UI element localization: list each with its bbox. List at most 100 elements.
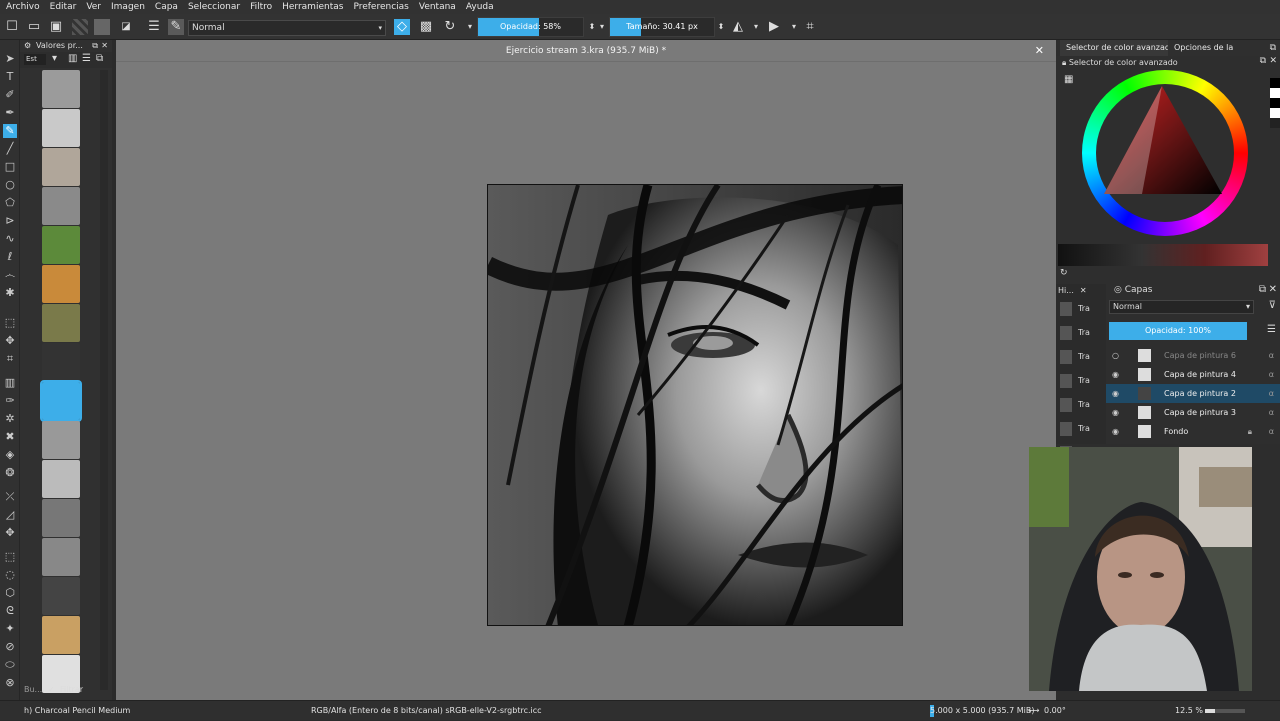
layer-row[interactable]: ○ Capa de pintura 6 α [1106,346,1280,365]
brush-preset-thumb[interactable] [42,148,80,186]
freehand-select-icon[interactable]: ᘓ [3,604,17,618]
alpha-lock-icon[interactable]: α [1269,384,1274,403]
brush-preset-thumb[interactable] [40,380,82,422]
bezier-select-icon[interactable]: ⬭ [3,658,17,672]
save-icon[interactable]: ▣ [48,19,64,35]
brush-preset-thumb[interactable] [42,304,80,342]
brush-preset-thumb[interactable] [42,538,80,576]
smart-patch-icon[interactable]: ✲ [3,412,17,426]
eye-icon[interactable]: ◉ [1112,384,1119,403]
chevron-down-icon[interactable]: ▾ [786,19,802,35]
brush-preset-icon[interactable]: ✎ [168,19,184,35]
reload-preset-icon[interactable]: ↻ [442,19,458,35]
colorize-mask-icon[interactable]: ❂ [3,466,17,480]
filter-icon[interactable]: ⊽ [1269,300,1276,311]
crop-icon[interactable]: ⌗ [802,19,818,35]
shade-selector[interactable] [1058,244,1268,266]
ellipse-tool-icon[interactable]: ○ [3,178,17,192]
crop-tool-icon[interactable]: ⌗ [3,352,17,366]
eye-hidden-icon[interactable]: ○ [1112,346,1119,365]
eye-icon[interactable]: ◉ [1112,422,1119,441]
preserve-alpha-icon[interactable]: ▩ [418,19,434,35]
brush-preset-thumb[interactable] [42,421,80,459]
polygon-select-icon[interactable]: ⬡ [3,586,17,600]
line-tool-icon[interactable]: ╱ [3,142,17,156]
menu-item-1[interactable]: Editar [50,2,77,12]
sv-triangle[interactable] [1082,70,1248,236]
alpha-lock-icon[interactable]: α [1269,422,1274,441]
close-document-icon[interactable]: ✕ [1035,40,1044,62]
close-icon[interactable]: ✕ [101,40,108,52]
brush-preset-thumb[interactable] [42,460,80,498]
calligraphy-icon[interactable]: ✒ [3,106,17,120]
color-picker-icon[interactable]: ✑ [3,394,17,408]
menu-item-3[interactable]: Imagen [111,2,145,12]
reference-tool-icon[interactable]: ◿ [3,508,17,522]
pan-tool-icon[interactable]: ✥ [3,526,17,540]
chevron-down-icon[interactable]: ▾ [462,19,478,35]
brush-preset-thumb[interactable] [42,499,80,537]
bezier-tool-icon[interactable]: ∿ [3,232,17,246]
alpha-lock-icon[interactable]: α [1269,403,1274,422]
ellipse-select-icon[interactable]: ◌ [3,568,17,582]
gradient-icon[interactable] [72,19,88,35]
float-icon[interactable]: ⧉ [1260,56,1266,66]
menu-item-9[interactable]: Ventana [419,2,456,12]
brush-preset-thumb[interactable] [42,187,80,225]
multibrush-icon[interactable]: ✱ [3,286,17,300]
layer-row[interactable]: ◉ Capa de pintura 2 α [1106,384,1280,403]
text-tool-icon[interactable]: T [3,70,17,84]
zoom-slider[interactable] [1205,709,1245,713]
alpha-lock-icon[interactable]: α [1269,346,1274,365]
select-shapes-icon[interactable]: ➤ [3,52,17,66]
rotate-icon[interactable]: ⟷ [1028,701,1039,721]
painting-canvas[interactable] [487,184,903,626]
layer-opacity-slider[interactable]: Opacidad: 100% [1109,322,1247,340]
color-history-strip[interactable] [1270,78,1280,158]
polygon-tool-icon[interactable]: ⬠ [3,196,17,210]
eraser-mode-icon[interactable]: ◇ [394,19,410,35]
close-icon[interactable]: ✕ [1080,286,1087,295]
document-tab[interactable]: Ejercicio stream 3.kra (935.7 MiB) * ✕ [116,40,1056,62]
close-icon[interactable]: ✕ [1269,284,1277,295]
history-item[interactable]: Tra [1060,322,1106,344]
menu-item-8[interactable]: Preferencias [353,2,408,12]
check-icon[interactable]: ✓ [48,682,55,698]
list-view-icon[interactable]: ☰ [82,53,91,64]
transform-tool-icon[interactable]: ⬚ [3,316,17,330]
size-stepper-icon[interactable]: ⬍ [713,19,729,35]
brush-preset-thumb[interactable] [42,70,80,108]
brush-preset-thumb[interactable] [42,577,80,615]
layer-row[interactable]: ◉ Capa de pintura 3 α [1106,403,1280,422]
chevron-down-icon[interactable]: ▾ [748,19,764,35]
mirror-vertical-icon[interactable]: ▶ [766,19,782,35]
menu-item-10[interactable]: Ayuda [466,2,494,12]
brush-preset-thumb[interactable] [42,109,80,147]
blend-mode-select[interactable]: Normal ▾ [188,20,386,36]
new-document-icon[interactable]: ☐ [4,19,20,35]
alpha-lock-icon[interactable]: α [1269,365,1274,384]
edit-shapes-icon[interactable]: ✐ [3,88,17,102]
settings-icon[interactable]: ⚙ [24,40,31,52]
pattern-icon[interactable] [94,19,110,35]
size-slider[interactable]: Tamaño: 30.41 px [609,17,715,37]
float-icon[interactable]: ⧉ [1259,284,1266,295]
hue-ring[interactable] [1082,70,1248,236]
similar-select-icon[interactable]: ⊘ [3,640,17,654]
layer-row[interactable]: ◉ Fondo 🔒︎ α [1106,422,1280,441]
canvas-area[interactable]: Ejercicio stream 3.kra (935.7 MiB) * ✕ [116,40,1056,700]
brush-preset-thumb[interactable] [42,343,80,381]
rect-select-icon[interactable]: ⬚ [3,550,17,564]
layer-row[interactable]: ◉ Capa de pintura 4 α [1106,365,1280,384]
lock-icon[interactable]: 🔒︎ [1248,422,1252,441]
menu-item-0[interactable]: Archivo [6,2,40,12]
history-item[interactable]: Tra [1060,370,1106,392]
chevron-down-icon[interactable]: ▾ [52,53,57,64]
menu-item-4[interactable]: Capa [155,2,178,12]
history-item[interactable]: Tra [1060,298,1106,320]
import-icon[interactable]: ⧉ [96,53,103,64]
history-item[interactable]: Tra [1060,418,1106,440]
chevron-down-icon[interactable]: ▾ [594,19,610,35]
brush-preset-thumb[interactable] [42,616,80,654]
mirror-horizontal-icon[interactable]: ◭ [730,19,746,35]
